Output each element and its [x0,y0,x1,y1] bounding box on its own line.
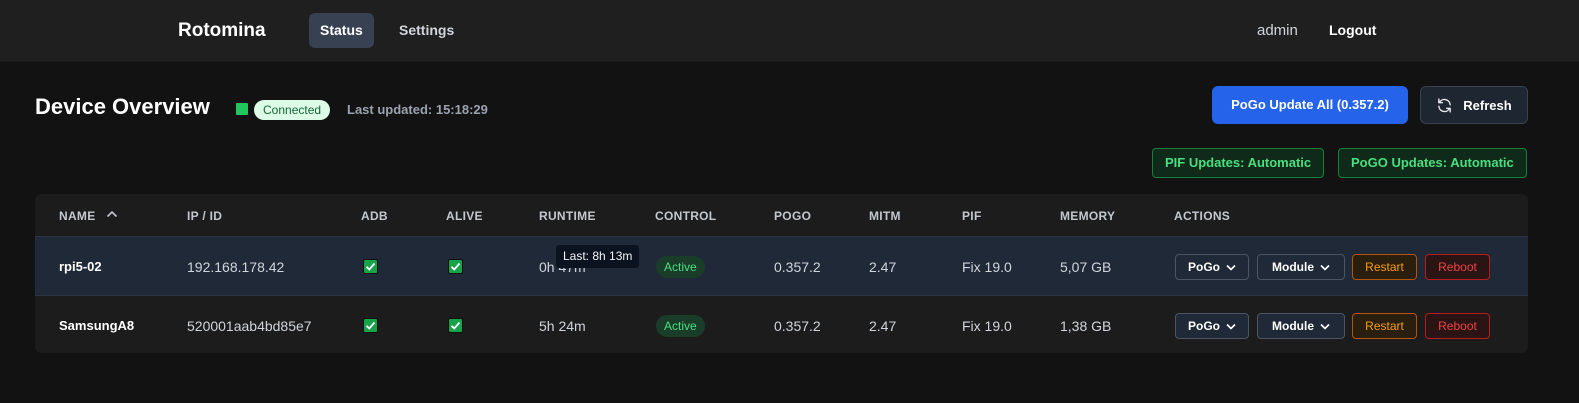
column-header-runtime[interactable]: RUNTIME [539,209,596,223]
nav-tab-status[interactable]: Status [309,13,374,48]
brand-logo[interactable]: Rotomina [178,20,266,42]
reboot-button[interactable]: Reboot [1425,254,1490,280]
column-header-memory[interactable]: MEMORY [1060,209,1115,223]
reboot-button[interactable]: Reboot [1425,313,1490,339]
device-ip: 192.168.178.42 [187,259,285,275]
pogo-dropdown-button[interactable]: PoGo [1175,313,1249,339]
connection-status-badge: Connected [254,100,331,120]
refresh-button-label: Refresh [1463,97,1512,113]
control-status-badge: Active [656,315,705,337]
column-header-adb[interactable]: ADB [361,209,388,223]
column-header-ip[interactable]: IP / ID [187,209,222,223]
adb-check-icon [363,259,378,274]
chevron-down-icon [1320,314,1330,338]
mitm-version: 2.47 [869,259,897,275]
column-header-mitm[interactable]: MITM [869,209,901,223]
pif-version: Fix 19.0 [962,259,1012,275]
current-user: admin [1257,22,1298,39]
restart-button[interactable]: Restart [1352,254,1417,280]
chevron-down-icon [1226,314,1236,338]
pif-version: Fix 19.0 [962,318,1012,334]
device-table: NAME IP / ID ADB ALIVE RUNTIME CONTROL P… [35,194,1528,353]
device-ip: 520001aab4bd85e7 [187,318,312,334]
pogo-version: 0.357.2 [774,318,821,334]
last-updated-text: Last updated: 15:18:29 [347,102,488,117]
control-status-badge: Active [656,256,705,278]
memory-usage: 1,38 GB [1060,318,1112,334]
memory-usage: 5,07 GB [1060,259,1112,275]
column-header-pogo[interactable]: POGO [774,209,811,223]
alive-check-icon [448,259,463,274]
sort-ascending-icon [106,207,118,221]
adb-check-icon [363,318,378,333]
table-row: SamsungA8 520001aab4bd85e7 5h 24m Active… [35,296,1528,353]
refresh-icon [1436,97,1453,114]
device-runtime[interactable]: 5h 24m [539,318,586,334]
device-name: SamsungA8 [59,318,135,333]
pogo-update-all-button[interactable]: PoGo Update All (0.357.2) [1212,86,1408,124]
device-name: rpi5-02 [59,259,102,274]
refresh-button[interactable]: Refresh [1420,86,1528,124]
chevron-down-icon [1226,255,1236,279]
chevron-down-icon [1320,255,1330,279]
pogo-dropdown-button[interactable]: PoGo [1175,254,1249,280]
top-navbar: Rotomina Status Settings admin Logout [0,0,1579,62]
restart-button[interactable]: Restart [1352,313,1417,339]
column-header-pif[interactable]: PIF [962,209,982,223]
module-dropdown-button[interactable]: Module [1257,254,1345,280]
column-header-control[interactable]: CONTROL [655,209,716,223]
module-dropdown-button[interactable]: Module [1257,313,1345,339]
column-header-name[interactable]: NAME [59,209,118,223]
pogo-version: 0.357.2 [774,259,821,275]
nav-tab-settings[interactable]: Settings [388,13,465,48]
column-header-alive[interactable]: ALIVE [446,209,483,223]
table-header: NAME IP / ID ADB ALIVE RUNTIME CONTROL P… [35,194,1528,237]
column-header-actions: ACTIONS [1174,209,1231,223]
runtime-tooltip: Last: 8h 13m [556,245,640,268]
connection-indicator [236,103,248,115]
alive-check-icon [448,318,463,333]
table-row: rpi5-02 192.168.178.42 0h 47m Active 0.3… [35,237,1528,296]
logout-link[interactable]: Logout [1329,22,1376,38]
pogo-updates-toggle[interactable]: PoGO Updates: Automatic [1338,148,1527,178]
page-title: Device Overview [35,94,210,119]
mitm-version: 2.47 [869,318,897,334]
pif-updates-toggle[interactable]: PIF Updates: Automatic [1152,148,1325,178]
